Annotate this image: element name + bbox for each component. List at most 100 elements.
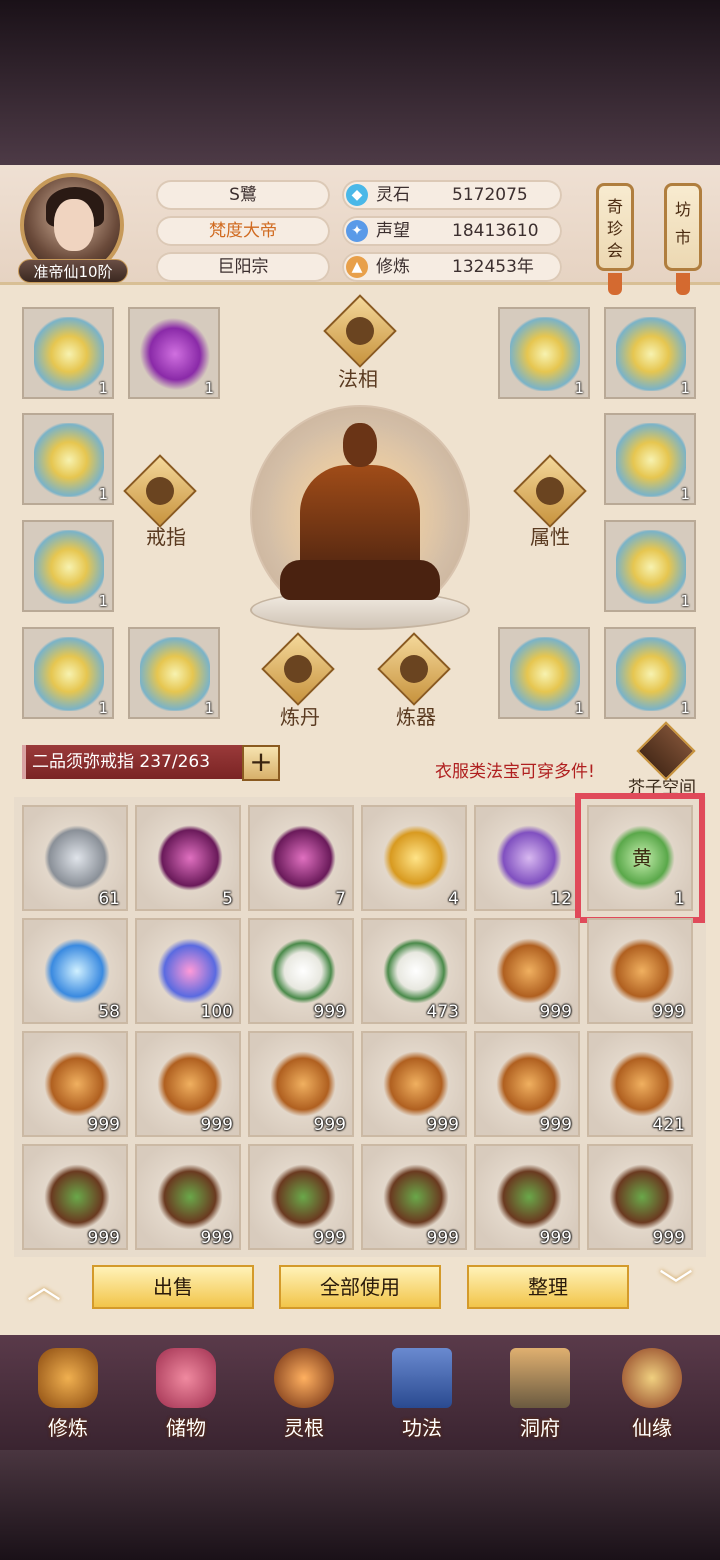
equip-slot[interactable]: 1 [498,307,590,399]
inventory-slot[interactable]: 58 [22,918,128,1024]
buddha-icon [346,317,374,345]
player-header: 准帝仙10阶 S鷺 梵度大帝 巨阳宗 ◆ 灵石 5172075 ✦ 声望 184… [0,165,720,295]
item-count: 999 [539,1002,572,1022]
spirit-root-icon [274,1348,334,1408]
nav-cultivate[interactable]: 修炼 [18,1340,118,1445]
equip-slot[interactable]: 1 [22,627,114,719]
nav-cave[interactable]: 洞府 [490,1340,590,1445]
market-button[interactable]: 坊市 [664,183,702,271]
nav-fate[interactable]: 仙缘 [602,1340,702,1445]
inventory-slot[interactable]: 4 [361,805,467,911]
nav-label: 洞府 [520,1416,560,1440]
inventory-slot[interactable]: 999 [22,1031,128,1137]
robe-icon [34,423,104,497]
inventory-slot[interactable]: 999 [248,918,354,1024]
equip-slot[interactable]: 1 [128,627,220,719]
inventory-slot[interactable]: 12 [474,805,580,911]
inventory-slot[interactable]: 999 [22,1144,128,1250]
inventory-slot[interactable]: 5 [135,805,241,911]
alchemy-label: 炼丹 [280,705,320,729]
white-lily-icon [270,938,336,1004]
ginseng-icon [609,938,675,1004]
item-count: 999 [426,1115,459,1135]
item-count: 1 [674,889,685,909]
nav-spirit-root[interactable]: 灵根 [254,1340,354,1445]
sell-button[interactable]: 出售 [92,1265,254,1309]
robe-icon [616,637,686,711]
inventory-slot[interactable]: 999 [248,1031,354,1137]
item-count: 999 [87,1115,120,1135]
item-count: 1 [574,379,584,397]
inventory-slot[interactable]: 999 [248,1144,354,1250]
ginseng-icon [496,938,562,1004]
box-icon[interactable] [636,721,696,781]
inventory-slot[interactable]: 7 [248,805,354,911]
item-count: 1 [680,485,690,503]
inventory-slot[interactable]: 999 [135,1144,241,1250]
expand-bag-button[interactable]: + [242,745,280,781]
gold-cloud-icon [383,825,449,891]
inventory-slot[interactable]: 100 [135,918,241,1024]
scroll-down-icon[interactable]: ﹀ [646,1267,706,1307]
forging-button[interactable] [377,632,451,706]
inventory-slot[interactable]: 473 [361,918,467,1024]
inventory-slot[interactable]: 黄1 [575,793,705,923]
rank-badge: 准帝仙10阶 [18,259,128,283]
item-count: 999 [652,1228,685,1248]
herb-root-icon [270,1164,336,1230]
jiezi-space-label[interactable]: 芥子空间 [628,773,696,798]
inventory-slot[interactable]: 999 [474,918,580,1024]
inventory-slot[interactable]: 999 [587,918,693,1024]
nav-skills[interactable]: 功法 [372,1340,472,1445]
purple-flame-icon [270,825,336,891]
alchemy-button[interactable] [261,632,335,706]
ginseng-icon [609,1051,675,1117]
nav-label: 功法 [402,1416,442,1440]
equip-slot[interactable]: 1 [604,413,696,505]
equip-slot[interactable]: 1 [604,627,696,719]
equip-slot[interactable]: 1 [126,304,224,404]
ring-button[interactable] [123,454,197,528]
faxiang-button[interactable] [323,294,397,368]
inventory-slot[interactable]: 999 [361,1031,467,1137]
inventory-slot[interactable]: 999 [474,1031,580,1137]
sort-button[interactable]: 整理 [467,1265,629,1309]
equip-slot[interactable]: 1 [604,307,696,399]
nav-storage[interactable]: 储物 [136,1340,236,1445]
equip-slot[interactable]: 1 [22,413,114,505]
equip-slot[interactable]: 1 [604,520,696,612]
herb-root-icon [609,1164,675,1230]
inventory-slot[interactable]: 999 [474,1144,580,1250]
pavilion-icon [510,1348,570,1408]
stat-value: 5172075 [452,185,528,205]
statue-head [343,423,377,467]
attributes-button[interactable] [513,454,587,528]
item-count: 1 [98,485,108,503]
item-count: 473 [426,1002,459,1022]
stat-label: 声望 [376,221,410,241]
tassel-ornament [676,273,690,295]
equip-slot[interactable]: 1 [498,627,590,719]
bag-capacity: 237/263 [139,752,211,772]
stat-label: 灵石 [376,185,410,205]
stat-value: 18413610 [452,221,539,241]
use-all-button[interactable]: 全部使用 [279,1265,441,1309]
inventory-slot[interactable]: 999 [135,1031,241,1137]
equip-slot[interactable]: 1 [22,307,114,399]
item-count: 1 [204,379,214,397]
bag-capacity-bar: 二品须弥戒指 237/263 [22,745,242,779]
inventory-slot[interactable]: 999 [361,1144,467,1250]
item-count: 1 [204,699,214,717]
item-count: 1 [98,699,108,717]
inventory-slot[interactable]: 421 [587,1031,693,1137]
equip-slot[interactable]: 1 [22,520,114,612]
treasure-auction-button[interactable]: 奇珍会 [596,183,634,271]
item-count: 4 [448,889,459,909]
scroll-up-icon[interactable]: ︿ [14,1267,74,1307]
inventory-slot[interactable]: 999 [587,1144,693,1250]
inventory-slot[interactable]: 61 [22,805,128,911]
item-count: 1 [680,699,690,717]
purple-flame-icon [157,825,223,891]
ginseng-icon [270,1051,336,1117]
inventory-grid: 61 5 7 4 12 黄1 58 100 999 473 999 999 99… [14,793,706,1257]
